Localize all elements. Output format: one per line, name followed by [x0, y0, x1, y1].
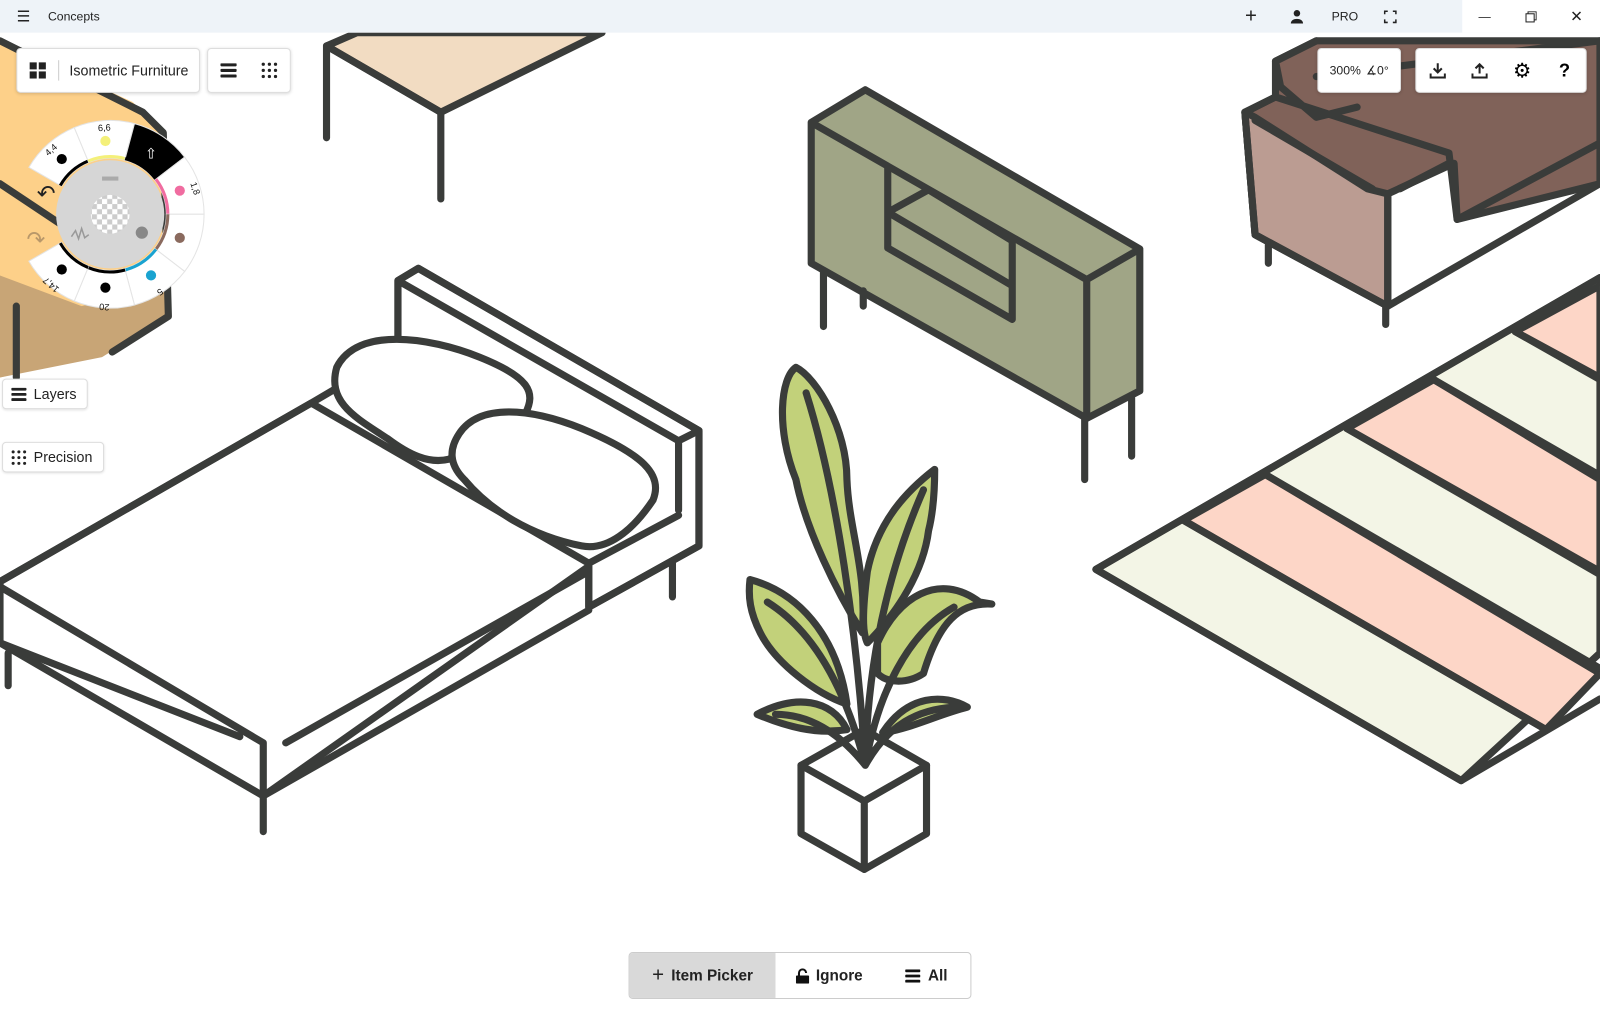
actions-panel: ⚙ ? [1415, 47, 1587, 93]
drawing-canvas[interactable] [0, 32, 1600, 1018]
divider [58, 60, 60, 81]
drag-handle-icon[interactable] [102, 176, 119, 181]
beige-table [322, 32, 606, 203]
eraser-icon [56, 264, 67, 275]
precision-button[interactable]: Precision [2, 441, 104, 473]
plus-icon[interactable]: + [1241, 5, 1261, 27]
project-name[interactable]: Isometric Furniture [69, 62, 188, 78]
pro-label[interactable]: PRO [1332, 9, 1359, 23]
ignore-label: Ignore [815, 966, 863, 985]
item-picker-button[interactable]: + Item Picker [629, 953, 776, 998]
minimize-icon[interactable]: — [1474, 6, 1494, 26]
layers-label: Layers [33, 385, 77, 403]
zoom-level: 300% [1329, 63, 1361, 78]
item-picker-label: Item Picker [671, 966, 753, 985]
plant [745, 363, 996, 873]
precision-label: Precision [33, 448, 93, 466]
layers-icon[interactable] [208, 50, 249, 91]
user-icon[interactable] [1287, 6, 1307, 26]
opacity-icon[interactable] [135, 226, 148, 239]
help-icon[interactable]: ? [1546, 50, 1583, 91]
pointer-icon: ⇧ [145, 146, 157, 162]
settings-icon[interactable]: ⚙ [1504, 50, 1541, 91]
tool-wheel[interactable]: 4,46,6⇧1,852014,7↶↷ [0, 102, 224, 326]
zoom-rotation-indicator[interactable]: 300% ∡0° [1317, 47, 1402, 93]
brush-size-label: 6,6 [98, 122, 111, 133]
rug [1092, 273, 1600, 785]
sideboard [807, 86, 1144, 484]
marker-icon [100, 135, 111, 147]
upload-icon[interactable] [1461, 50, 1498, 91]
restore-icon[interactable] [1520, 6, 1540, 26]
undo-icon[interactable]: ↶ [37, 181, 56, 206]
brush-size-label: 20 [99, 302, 110, 313]
window-controls: — ✕ [1462, 0, 1600, 33]
redo-icon[interactable]: ↷ [27, 227, 46, 252]
gallery-panel: Isometric Furniture [16, 47, 200, 93]
layers-button[interactable]: Layers [2, 378, 88, 410]
pencil-icon [145, 270, 157, 281]
selection-mode-bar: + Item Picker Ignore All [628, 952, 972, 999]
close-icon[interactable]: ✕ [1566, 6, 1586, 26]
plus-icon: + [652, 963, 665, 987]
ignore-button[interactable]: Ignore [776, 953, 883, 998]
lock-icon [795, 967, 809, 984]
gallery-grid-icon[interactable] [17, 50, 58, 91]
download-icon[interactable] [1419, 50, 1456, 91]
all-button[interactable]: All [883, 953, 971, 998]
airbrush-icon [174, 185, 185, 196]
grid-dots-icon[interactable] [249, 50, 290, 91]
fullscreen-icon[interactable] [1380, 6, 1400, 26]
soft-brush-icon [100, 282, 111, 293]
layers-icon [11, 387, 27, 401]
rotation-angle: ∡0° [1366, 63, 1389, 78]
grid-dots-icon [11, 449, 27, 465]
color-swatch-transparent[interactable] [90, 194, 130, 234]
layers-icon [905, 968, 921, 983]
layers-grid-panel [207, 47, 291, 93]
fill-icon [174, 232, 185, 244]
hamburger-menu-icon[interactable]: ☰ [13, 6, 33, 26]
app-title: Concepts [47, 9, 100, 24]
pen-icon [56, 153, 67, 165]
all-label: All [927, 966, 948, 985]
title-bar: ☰ Concepts + PRO — ✕ [0, 0, 1600, 33]
